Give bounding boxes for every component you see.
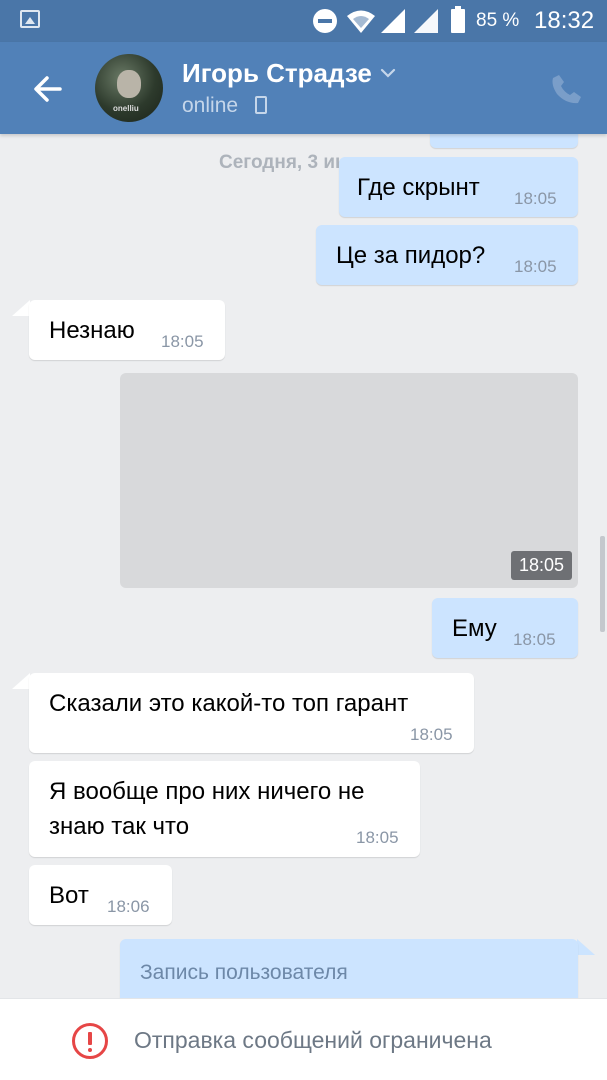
message-bubble-outgoing[interactable]: Це за пидор? 18:05	[316, 225, 578, 285]
bubble-tail	[12, 300, 30, 316]
message-text: Вот	[49, 882, 89, 909]
message-time: 18:06	[107, 897, 150, 916]
mobile-phone-icon	[255, 96, 267, 114]
message-time: 18:05	[514, 189, 557, 208]
message-time: 18:05	[514, 257, 557, 276]
contact-status: online	[182, 94, 239, 117]
message-text-line: Я вообще про них ничего не	[49, 778, 365, 805]
message-bubble-incoming[interactable]: Вот 18:06	[29, 865, 172, 925]
warning-icon	[72, 1023, 108, 1059]
message-time: 18:05	[510, 551, 572, 580]
restricted-notice-bar: Отправка сообщений ограничена	[0, 998, 607, 1080]
message-text: Ему	[452, 615, 497, 642]
restricted-notice: Отправка сообщений ограничена	[134, 1027, 492, 1053]
message-bubble-incoming[interactable]: Я вообще про них ничего не знаю так что …	[29, 761, 420, 857]
chevron-down-icon[interactable]	[379, 64, 397, 82]
wall-post-label: Запись пользователя	[140, 961, 348, 984]
message-bubble-outgoing[interactable]: Ему 18:05	[432, 598, 578, 658]
scrollbar[interactable]	[600, 536, 605, 632]
message-text: Незнаю	[49, 317, 135, 344]
wifi-icon	[347, 10, 375, 33]
signal-icon	[414, 9, 438, 33]
message-bubble-incoming[interactable]: Сказали это какой-то топ гарант 18:05	[29, 673, 474, 753]
image-icon	[20, 10, 40, 28]
message-text: Сказали это какой-то топ гарант	[49, 690, 409, 717]
do-not-disturb-icon	[313, 9, 337, 33]
signal-icon	[381, 9, 405, 33]
message-bubble-outgoing[interactable]: Где скрынт 18:05	[339, 157, 578, 217]
back-arrow-icon[interactable]	[28, 69, 68, 109]
call-icon[interactable]	[550, 72, 584, 106]
battery-percent: 85 %	[476, 10, 520, 31]
message-time: 18:05	[513, 630, 556, 649]
message-time: 18:05	[161, 332, 204, 351]
wall-post-attachment[interactable]: Запись пользователя	[120, 939, 578, 998]
message-time: 18:05	[356, 828, 399, 847]
message-list[interactable]: Сегодня, 3 июля Где скрынт 18:05 Це за п…	[0, 134, 607, 998]
status-bar: 85 % 18:32	[0, 0, 607, 42]
avatar[interactable]	[95, 54, 163, 122]
chat-header: Игорь Страдзе online	[0, 42, 607, 134]
message-text-line: знаю так что	[49, 813, 190, 840]
message-text: Це за пидор?	[336, 242, 486, 269]
message-bubble-outgoing[interactable]	[430, 134, 578, 148]
clock: 18:32	[534, 7, 595, 34]
photo-attachment[interactable]: 18:05	[120, 373, 578, 588]
message-text: Где скрынт	[357, 174, 480, 201]
message-time: 18:05	[410, 725, 453, 744]
bubble-tail	[577, 939, 595, 955]
battery-icon	[451, 6, 465, 33]
bubble-tail	[12, 673, 30, 689]
contact-name[interactable]: Игорь Страдзе	[182, 58, 372, 89]
message-bubble-incoming[interactable]: Незнаю 18:05	[29, 300, 225, 360]
